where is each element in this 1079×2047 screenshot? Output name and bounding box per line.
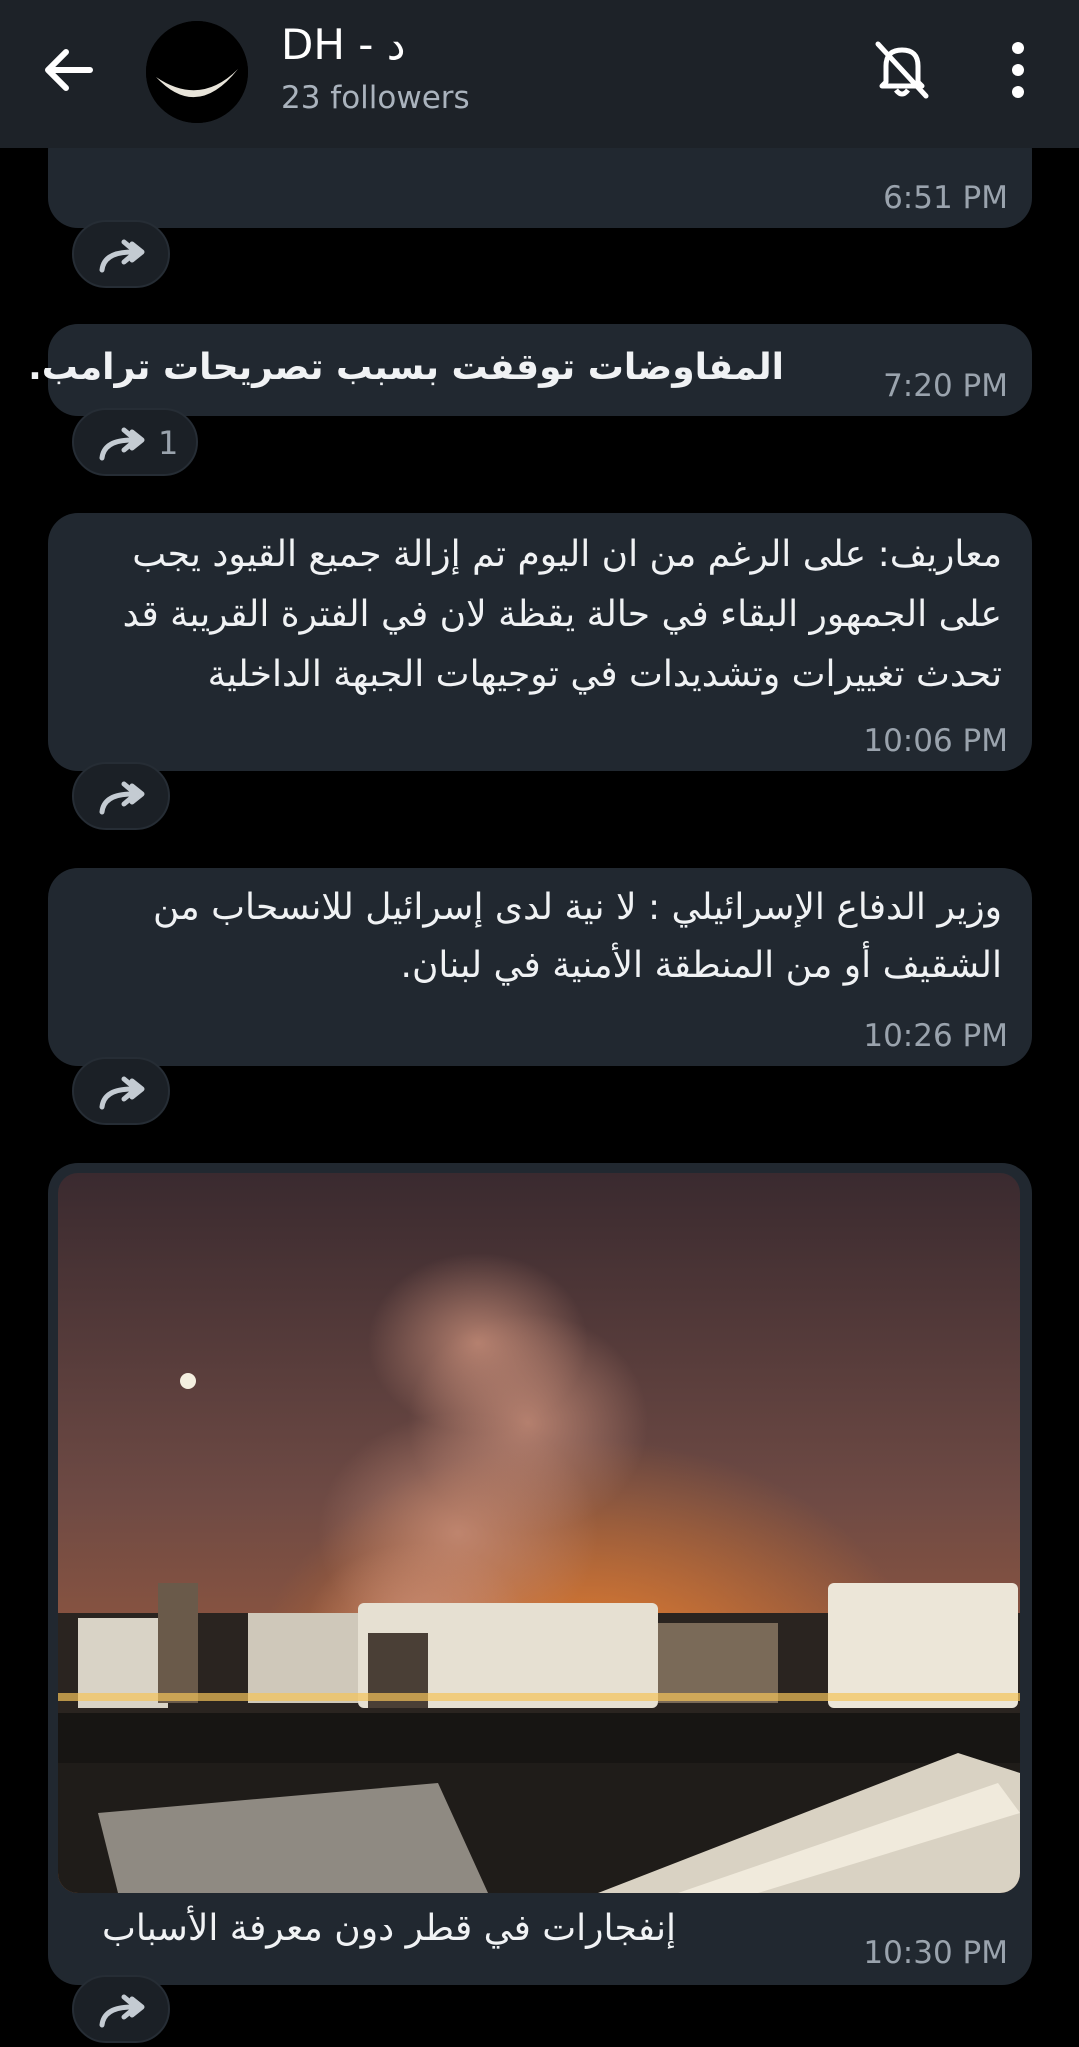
share-button[interactable] xyxy=(72,1057,170,1125)
message-text-line: معاريف: على الرغم من ان اليوم تم إزالة ج… xyxy=(132,534,1002,575)
bell-off-icon[interactable] xyxy=(862,30,942,110)
share-button[interactable] xyxy=(72,762,170,830)
forward-arrow-icon xyxy=(99,1994,145,2028)
message-time: 10:06 PM xyxy=(863,723,1008,759)
message-bubble[interactable]: المفاوضات توقفت بسبب تصريحات ترامب. 7:20… xyxy=(28,324,1032,416)
app-header: DH - د 23 followers xyxy=(0,0,1079,148)
forward-arrow-icon xyxy=(99,239,145,273)
arrow-left-icon[interactable] xyxy=(30,30,110,110)
more-vertical-icon[interactable] xyxy=(980,30,1056,110)
share-count: 1 xyxy=(158,424,179,462)
message-text-line: الشقيف أو من المنطقة الأمنية في لبنان. xyxy=(400,945,1002,986)
share-button[interactable] xyxy=(72,220,170,288)
industrial-night-photo[interactable] xyxy=(58,1173,1020,1893)
forward-arrow-icon xyxy=(99,1076,145,1110)
message-text-line: على الجمهور البقاء في حالة يقظة لان في ا… xyxy=(122,594,1002,635)
message-time: 6:51 PM xyxy=(883,180,1008,216)
photo-caption: إنفجارات في قطر دون معرفة الأسباب xyxy=(101,1908,676,1949)
message-text-line: وزير الدفاع الإسرائيلي : لا نية لدى إسرا… xyxy=(153,887,1002,928)
channel-title[interactable]: DH - د xyxy=(281,20,405,69)
message-bubble[interactable]: وزير الدفاع الإسرائيلي : لا نية لدى إسرا… xyxy=(48,868,1032,1066)
channel-avatar[interactable] xyxy=(146,21,248,123)
message-text-line: تحدث تغييرات وتشديدات في توجيهات الجبهة … xyxy=(207,654,1002,695)
message-time: 7:20 PM xyxy=(883,368,1008,404)
message-time: 10:26 PM xyxy=(863,1018,1008,1054)
share-button[interactable]: 1 xyxy=(72,408,198,476)
share-button[interactable] xyxy=(72,1975,170,2043)
message-bubble[interactable]: معاريف: على الرغم من ان اليوم تم إزالة ج… xyxy=(48,513,1032,771)
forward-arrow-icon xyxy=(99,781,145,815)
message-text: المفاوضات توقفت بسبب تصريحات ترامب. xyxy=(28,347,784,388)
forward-arrow-icon xyxy=(99,427,145,461)
photo-message-bubble[interactable]: إنفجارات في قطر دون معرفة الأسباب 10:30 … xyxy=(48,1163,1032,1985)
message-time: 10:30 PM xyxy=(863,1935,1008,1971)
follower-count: 23 followers xyxy=(281,80,470,116)
